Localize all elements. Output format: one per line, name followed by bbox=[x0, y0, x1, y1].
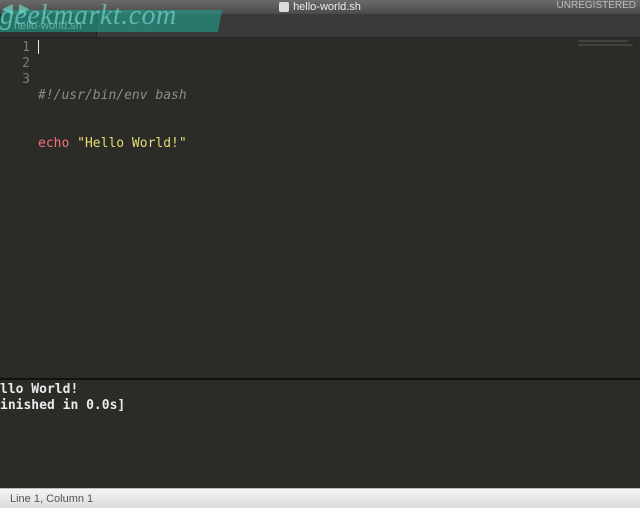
output-line: inished in 0.0s] bbox=[0, 398, 125, 413]
window-title: hello-world.sh bbox=[293, 1, 361, 13]
line-number: 2 bbox=[0, 56, 30, 72]
echo-keyword: echo bbox=[38, 136, 69, 151]
empty-line bbox=[38, 184, 187, 200]
cursor-position: Line 1, Column 1 bbox=[10, 493, 93, 505]
text-cursor bbox=[38, 40, 39, 54]
shebang-line: #!/usr/bin/env bash bbox=[38, 88, 187, 103]
status-bar: Line 1, Column 1 bbox=[0, 488, 640, 508]
title-bar: hello-world.sh UNREGISTERED bbox=[0, 0, 640, 14]
build-output-panel[interactable]: llo World! inished in 0.0s] bbox=[0, 380, 640, 490]
output-line: llo World! bbox=[0, 382, 78, 397]
tab-strip: hello-world.sh bbox=[0, 14, 640, 38]
tab-label: hello-world.sh bbox=[14, 20, 82, 32]
window-title-wrap: hello-world.sh bbox=[279, 1, 361, 13]
line-number: 1 bbox=[0, 40, 30, 56]
string-literal: "Hello World!" bbox=[77, 136, 187, 151]
tab-hello-world[interactable]: hello-world.sh bbox=[0, 14, 97, 37]
editor-area[interactable]: 1 2 3 #!/usr/bin/env bash echo "Hello Wo… bbox=[0, 38, 640, 378]
minimap[interactable] bbox=[578, 40, 638, 80]
code-content[interactable]: #!/usr/bin/env bash echo "Hello World!" bbox=[38, 38, 187, 378]
line-number: 3 bbox=[0, 72, 30, 88]
document-icon bbox=[279, 2, 289, 12]
registration-status: UNREGISTERED bbox=[557, 0, 636, 11]
line-number-gutter: 1 2 3 bbox=[0, 38, 38, 378]
